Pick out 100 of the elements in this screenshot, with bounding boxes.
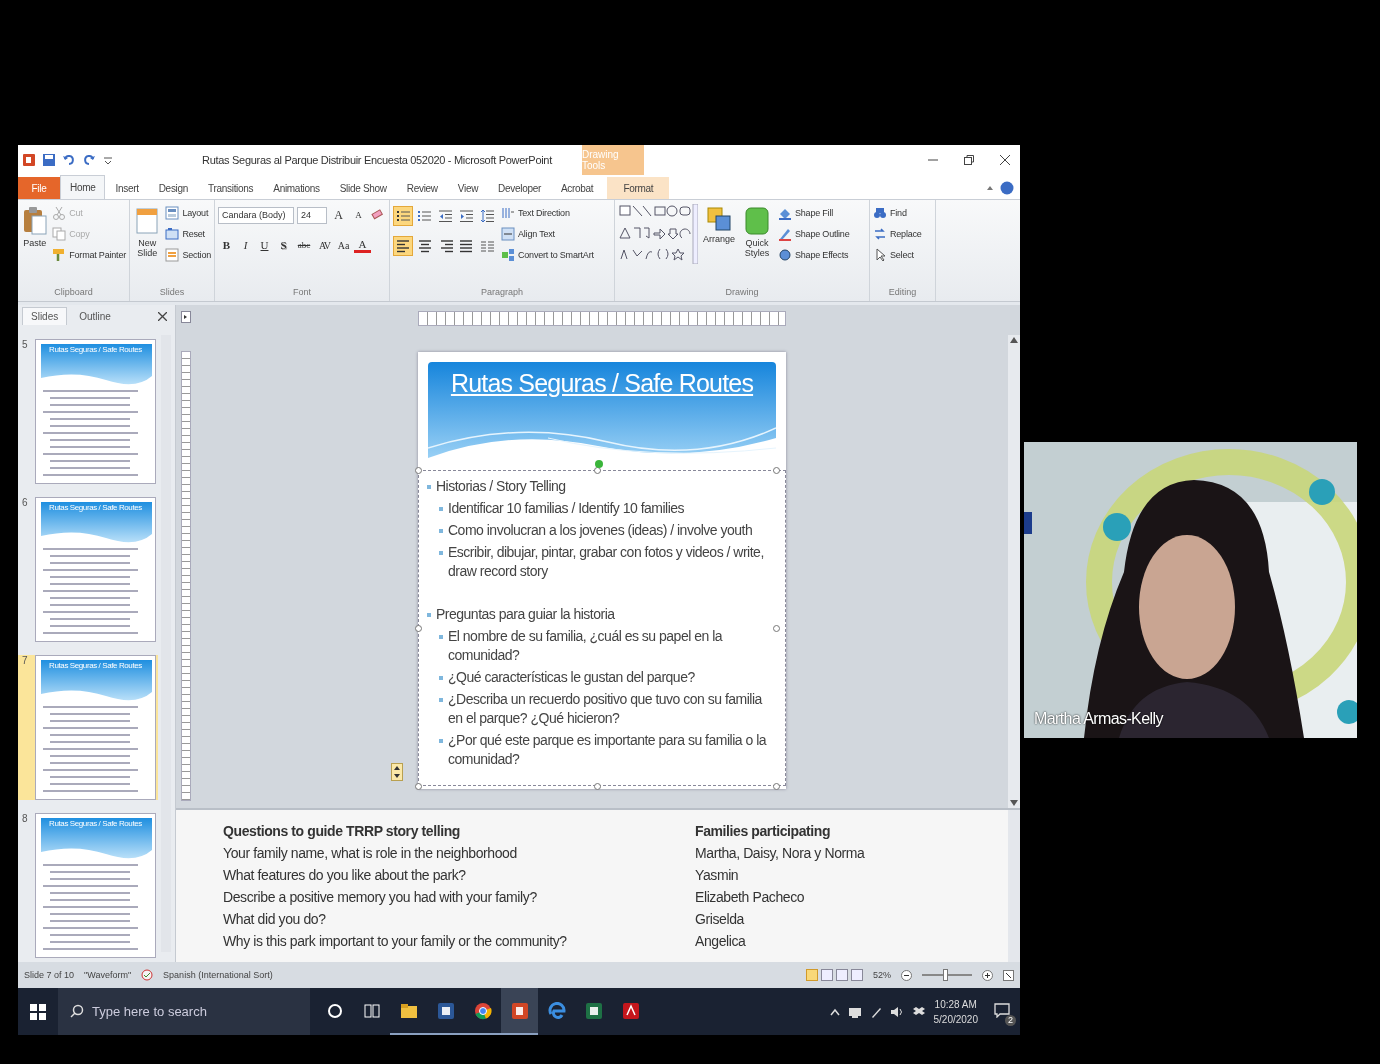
pen-icon[interactable] [869,1005,882,1018]
ribbon-command[interactable]: Replace [873,227,922,241]
resize-handle[interactable] [594,783,601,790]
slider-thumb[interactable] [942,969,948,981]
command-icon [873,248,887,262]
thumbnail-title: Rutas Seguras / Safe Routes [48,502,143,512]
help-icon[interactable] [1000,181,1014,195]
volume-icon[interactable] [889,1005,904,1018]
notes-line: Why is this park important to your family or the community? [223,932,568,951]
strikethrough-button[interactable]: abc [294,236,314,254]
pane-tab[interactable]: Slides [22,307,68,325]
ribbon-tab[interactable]: Transitions [198,177,264,199]
clock[interactable]: 10:28 AM 5/20/2020 [933,996,978,1027]
scrollbar[interactable] [1008,335,1020,808]
fit-window-icon[interactable] [1003,969,1014,981]
slideshow-button[interactable] [851,969,863,981]
resize-handle[interactable] [415,467,422,474]
ribbon-command[interactable]: Reset [165,227,211,241]
ribbon-tab[interactable]: Format [607,177,670,199]
search-field[interactable]: Type here to search [58,988,310,1035]
ribbon-tab[interactable]: Developer [488,177,551,199]
font-name-field[interactable]: Candara (Body) [218,206,294,224]
grow-font-button[interactable]: A [330,206,347,224]
language-label[interactable]: Spanish (International Sort) [163,970,273,980]
ribbon-command[interactable]: Align Text [501,227,594,241]
underline-button[interactable]: U [256,236,273,254]
ribbon-command[interactable]: Section [165,248,211,262]
ribbon-tab[interactable]: Animations [263,177,330,199]
ribbon-tab[interactable]: Insert [105,177,149,199]
reading-view-button[interactable] [836,969,848,981]
ribbon-tab[interactable]: Slide Show [329,177,397,199]
ribbon-command[interactable]: Shape Effects [778,248,850,262]
ruler-toggle-icon[interactable] [181,311,191,323]
resize-handle[interactable] [773,467,780,474]
ribbon-command[interactable]: Shape Outline [778,227,850,241]
bullets-button[interactable] [393,206,413,226]
numbering-icon [416,208,432,224]
close-icon[interactable] [158,311,167,321]
minimize-ribbon-icon[interactable] [986,184,994,192]
windows-start-icon[interactable] [30,1003,46,1020]
resize-handle[interactable] [773,783,780,790]
ribbon-tab[interactable]: Acrobat [550,177,604,199]
font-size-field[interactable]: 24 [297,206,327,224]
ribbon-command[interactable]: Text Direction [501,206,594,220]
dropbox-icon[interactable] [911,1005,926,1018]
font-color-button[interactable]: A [354,237,371,253]
close-icon[interactable] [1000,155,1010,165]
zoom-level[interactable]: 52% [873,970,891,980]
slide-thumbnail-item[interactable]: 5 Rutas Seguras / Safe Routes [18,339,158,484]
change-case-button[interactable]: Aa [335,236,352,254]
ribbon-tab[interactable]: Design [148,177,199,199]
character-spacing-button[interactable]: AV [316,236,333,254]
bullet-icon [439,739,443,743]
powerpoint-icon[interactable] [501,988,538,1035]
scroll-up-icon[interactable] [1010,337,1018,343]
ribbon-command[interactable]: Arrange [702,204,736,287]
ribbon-command[interactable]: Layout [165,206,211,220]
resize-handle[interactable] [773,625,780,632]
ribbon-command[interactable]: New Slide [133,204,162,287]
ribbon-tab[interactable]: Review [396,177,448,199]
slide-thumbnail-item[interactable]: 8 Rutas Seguras / Safe Routes [18,813,158,958]
scrollbar[interactable] [1008,810,1020,962]
fit-slide-icon[interactable] [391,763,403,781]
shrink-font-button[interactable]: A [350,206,367,224]
restore-icon[interactable] [964,155,974,165]
zoom-in-icon[interactable] [982,969,993,981]
slide-sorter-button[interactable] [821,969,833,981]
save-icon[interactable] [42,153,56,167]
redo-icon[interactable] [82,153,96,167]
align-left-button[interactable] [393,236,413,256]
undo-icon[interactable] [62,153,76,167]
ribbon-command[interactable]: Paste [21,204,49,287]
customize-icon[interactable] [102,154,114,166]
network-icon[interactable] [847,1005,862,1018]
ribbon-command[interactable]: Format Painter [52,248,126,262]
ribbon-command[interactable]: Find [873,206,922,220]
resize-handle[interactable] [415,625,422,632]
ribbon-command[interactable]: Convert to SmartArt [501,248,594,262]
chevron-up-icon[interactable] [829,1007,840,1016]
slide-thumbnail-item[interactable]: 6 Rutas Seguras / Safe Routes [18,497,158,642]
spelling-icon[interactable] [141,969,154,981]
rotate-handle[interactable] [595,460,603,468]
bold-button[interactable]: B [218,236,235,254]
ribbon-tab[interactable]: View [447,177,489,199]
shadow-button[interactable]: S [275,236,292,254]
slide-thumbnail-item[interactable]: 7 Rutas Seguras / Safe Routes [18,655,158,800]
resize-handle[interactable] [415,783,422,790]
app-icon[interactable] [22,153,36,167]
ribbon-command[interactable]: Quick Styles [740,204,774,287]
command-icon [52,227,67,241]
shapes-gallery[interactable] [618,204,698,264]
scroll-down-icon[interactable] [1010,800,1018,806]
italic-button[interactable]: I [237,236,254,254]
ribbon-tab[interactable]: Home [60,175,106,199]
clear-formatting-icon[interactable] [370,208,384,222]
ribbon-command[interactable]: Shape Fill [778,206,850,220]
pane-tab[interactable]: Outline [71,307,119,325]
zoom-out-icon[interactable] [901,969,912,981]
bullets-icon [395,208,411,224]
ribbon-command[interactable]: Select [873,248,922,262]
